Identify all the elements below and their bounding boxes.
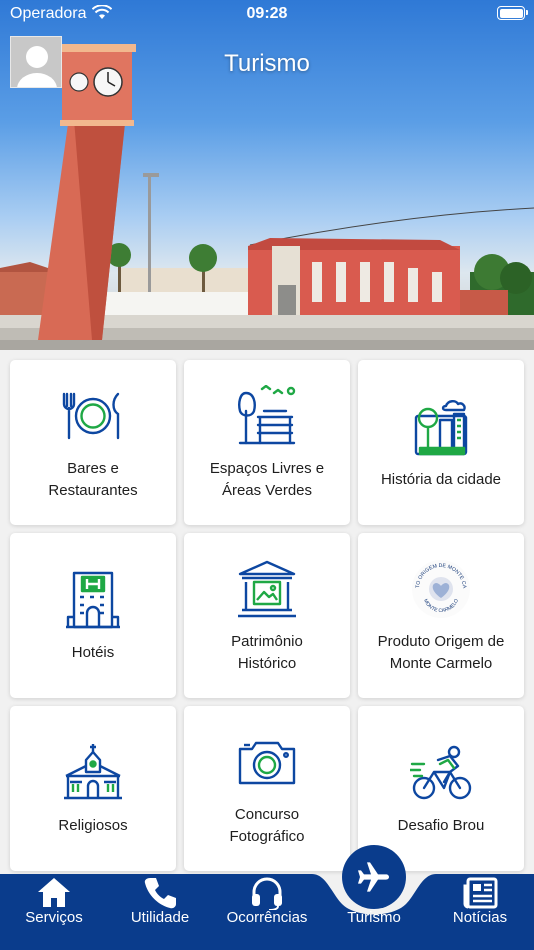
status-bar: Operadora 09:28	[0, 0, 534, 28]
museum-icon	[235, 557, 299, 621]
clock: 09:28	[246, 5, 288, 22]
card-produto-origem[interactable]: PRODUTO ORIGEM DE MONTE CARMELO MONTE CA…	[358, 533, 524, 698]
city-history-icon	[409, 395, 473, 459]
camera-icon	[235, 730, 299, 794]
card-label: Bares e Restaurantes	[48, 459, 138, 499]
plate-cutlery-icon	[61, 384, 125, 448]
card-label: Concurso Fotográfico	[229, 805, 305, 845]
card-historia-cidade[interactable]: História da cidade	[358, 360, 524, 525]
card-label: História da cidade	[380, 470, 502, 488]
home-icon	[38, 878, 70, 907]
tab-label: Utilidade	[130, 909, 190, 926]
tab-label: Notícias	[452, 909, 508, 926]
bottom-tab-bar: Serviços Utilidade Ocorrências Turismo N…	[0, 874, 534, 950]
newspaper-icon	[463, 877, 498, 909]
tab-servicos[interactable]: Serviços	[4, 874, 104, 950]
card-label: Religiosos	[58, 816, 128, 834]
phone-icon	[144, 878, 176, 909]
turismo-center-button[interactable]	[342, 845, 406, 909]
tab-label: Ocorrências	[226, 909, 308, 926]
tab-label: Serviços	[25, 909, 83, 926]
church-icon	[61, 741, 125, 805]
page-title: Turismo	[224, 50, 310, 77]
card-label: Hotéis	[71, 643, 115, 661]
headset-icon	[252, 877, 282, 910]
hero-banner: Operadora 09:28 Turismo	[0, 0, 534, 350]
card-patrimonio-historico[interactable]: Patrimônio Histórico	[184, 533, 350, 698]
tab-noticias[interactable]: Notícias	[430, 874, 530, 950]
card-label: Desafio Brou	[397, 816, 485, 834]
card-hoteis[interactable]: Hotéis	[10, 533, 176, 698]
tourism-grid: Bares e Restaurantes Espaços Livres e Ár…	[10, 360, 524, 871]
tab-utilidade[interactable]: Utilidade	[110, 874, 210, 950]
card-religiosos[interactable]: Religiosos	[10, 706, 176, 871]
card-label: Produto Origem de Monte Carmelo	[377, 632, 505, 672]
cyclist-icon	[409, 741, 473, 805]
card-label: Espaços Livres e Áreas Verdes	[209, 459, 325, 499]
card-label: Patrimônio Histórico	[231, 632, 303, 672]
battery-icon	[497, 6, 528, 20]
park-bench-icon	[235, 384, 299, 448]
origin-seal-icon: PRODUTO ORIGEM DE MONTE CARMELO MONTE CA…	[409, 557, 473, 621]
tab-ocorrencias[interactable]: Ocorrências	[217, 874, 317, 950]
tab-label: Turismo	[347, 909, 401, 926]
card-espacos-livres[interactable]: Espaços Livres e Áreas Verdes	[184, 360, 350, 525]
card-concurso-fotografico[interactable]: Concurso Fotográfico	[184, 706, 350, 871]
card-bares-restaurantes[interactable]: Bares e Restaurantes	[10, 360, 176, 525]
airplane-icon	[358, 862, 389, 892]
hotel-icon	[61, 568, 125, 632]
